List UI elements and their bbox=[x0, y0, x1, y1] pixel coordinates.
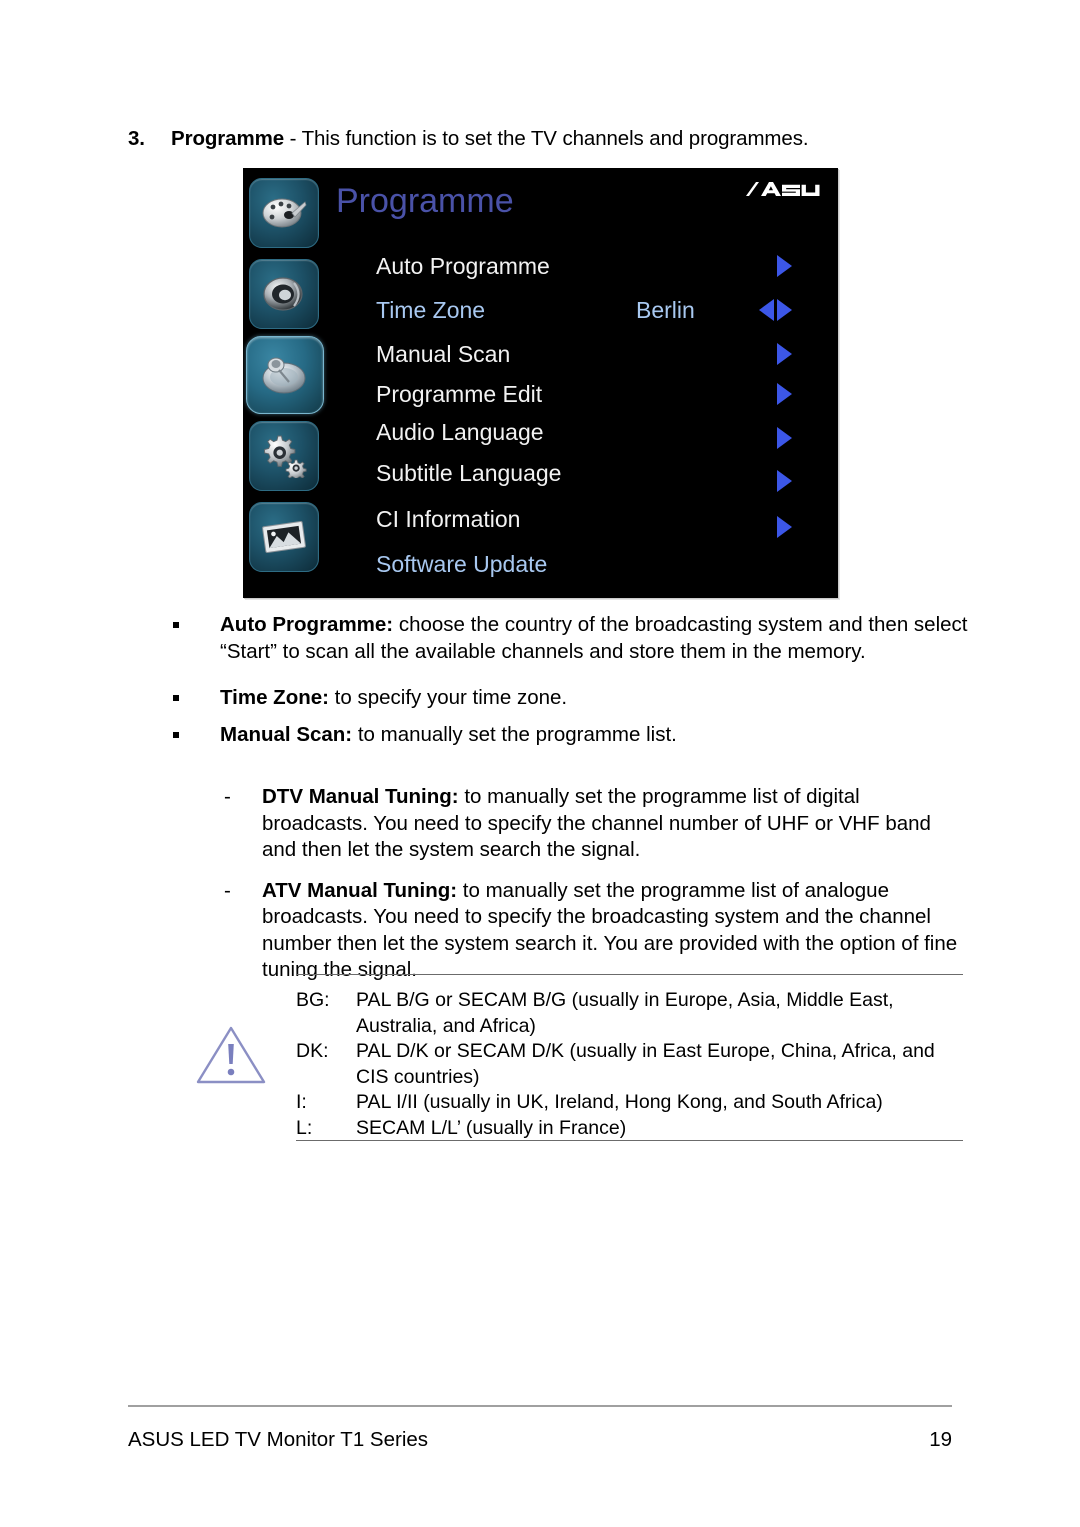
osd-row-auto-programme[interactable]: Auto Programme bbox=[336, 246, 828, 286]
sidebar-item-setup[interactable] bbox=[249, 421, 319, 491]
osd-row-subtitle-language[interactable]: Subtitle Language bbox=[336, 453, 828, 493]
osd-row-audio-language[interactable]: Audio Language bbox=[336, 412, 828, 452]
osd-row-label: Software Update bbox=[376, 550, 548, 577]
chevron-right-icon[interactable] bbox=[777, 383, 792, 405]
chevron-left-icon[interactable] bbox=[759, 299, 774, 321]
chevron-right-icon[interactable] bbox=[777, 299, 792, 321]
satellite-dish-icon bbox=[259, 352, 311, 398]
list-item: Manual Scan: to manually set the program… bbox=[170, 722, 970, 749]
square-bullet-icon bbox=[173, 622, 179, 628]
speaker-icon bbox=[260, 273, 308, 315]
chevron-right-icon[interactable] bbox=[777, 516, 792, 538]
sidebar-item-programme[interactable] bbox=[246, 336, 324, 414]
bullet-list: Auto Programme: choose the country of th… bbox=[170, 612, 970, 758]
osd-row-arrows[interactable] bbox=[777, 516, 792, 538]
note-key: DK: bbox=[296, 1040, 329, 1062]
bullet-text: to manually set the programme list. bbox=[352, 722, 677, 746]
osd-row-arrows[interactable] bbox=[777, 255, 792, 277]
osd-title: Programme bbox=[336, 182, 514, 220]
gears-icon bbox=[260, 434, 308, 478]
note-row: DK: PAL D/K or SECAM D/K (usually in Eas… bbox=[296, 1039, 963, 1090]
dash-bullet: - bbox=[224, 785, 231, 808]
step-number: 3. bbox=[128, 127, 145, 150]
note-divider-top bbox=[296, 974, 963, 975]
photo-icon bbox=[260, 517, 308, 557]
osd-row-arrows[interactable] bbox=[777, 427, 792, 449]
asus-logo bbox=[744, 180, 828, 202]
osd-screenshot: Programme Auto Programme Time Zone Berli… bbox=[243, 168, 838, 598]
osd-row-label: Programme Edit bbox=[376, 380, 543, 407]
step-text: Programme - This function is to set the … bbox=[171, 126, 988, 152]
chevron-right-icon[interactable] bbox=[777, 427, 792, 449]
osd-row-arrows[interactable] bbox=[759, 299, 792, 321]
note-value: PAL B/G or SECAM B/G (usually in Europe,… bbox=[356, 989, 894, 1037]
list-item: Auto Programme: choose the country of th… bbox=[170, 612, 970, 665]
note-row: L: SECAM L/L’ (usually in France) bbox=[296, 1116, 963, 1142]
note-key: I: bbox=[296, 1091, 307, 1113]
osd-row-label: Audio Language bbox=[376, 418, 544, 445]
osd-row-value: Berlin bbox=[636, 296, 695, 323]
osd-row-arrows[interactable] bbox=[777, 470, 792, 492]
list-item: Time Zone: to specify your time zone. bbox=[170, 685, 970, 712]
bullet-term: Time Zone: bbox=[220, 686, 329, 709]
osd-row-arrows[interactable] bbox=[777, 383, 792, 405]
sidebar-item-image[interactable] bbox=[249, 502, 319, 572]
osd-row-software-update[interactable]: Software Update bbox=[336, 544, 828, 584]
sub-list: - DTV Manual Tuning: to manually set the… bbox=[224, 784, 969, 998]
list-item: - ATV Manual Tuning: to manually set the… bbox=[224, 878, 969, 984]
note-value: PAL D/K or SECAM D/K (usually in East Eu… bbox=[356, 1040, 935, 1088]
osd-row-label: Subtitle Language bbox=[376, 459, 562, 486]
bullet-term: Manual Scan: bbox=[220, 722, 353, 746]
warning-triangle-icon bbox=[194, 1022, 268, 1088]
sidebar-item-picture[interactable] bbox=[249, 178, 319, 248]
square-bullet-icon bbox=[173, 695, 179, 701]
osd-row-manual-scan[interactable]: Manual Scan bbox=[336, 334, 828, 374]
chevron-right-icon[interactable] bbox=[777, 470, 792, 492]
sub-term: ATV Manual Tuning: bbox=[262, 878, 458, 902]
chevron-right-icon[interactable] bbox=[777, 255, 792, 277]
note-value: PAL I/II (usually in UK, Ireland, Hong K… bbox=[356, 1091, 883, 1113]
step-heading: 3. Programme - This function is to set t… bbox=[128, 126, 988, 152]
note-table: BG: PAL B/G or SECAM B/G (usually in Eur… bbox=[296, 988, 963, 1141]
dash-bullet: - bbox=[224, 878, 231, 902]
note-row: I: PAL I/II (usually in UK, Ireland, Hon… bbox=[296, 1090, 963, 1116]
sub-term: DTV Manual Tuning: bbox=[262, 785, 459, 808]
osd-sidebar bbox=[243, 168, 336, 598]
osd-row-programme-edit[interactable]: Programme Edit bbox=[336, 374, 828, 414]
step-description: - This function is to set the TV channel… bbox=[284, 127, 809, 150]
bullet-text: to specify your time zone. bbox=[328, 686, 568, 709]
sidebar-item-sound[interactable] bbox=[249, 259, 319, 329]
document-page: 3. Programme - This function is to set t… bbox=[0, 0, 1080, 1527]
osd-row-label: Auto Programme bbox=[376, 252, 550, 279]
square-bullet-icon bbox=[173, 731, 179, 738]
chevron-right-icon[interactable] bbox=[777, 343, 792, 365]
list-item: - DTV Manual Tuning: to manually set the… bbox=[224, 784, 969, 864]
osd-row-label: Time Zone bbox=[376, 296, 486, 323]
palette-icon bbox=[261, 193, 307, 233]
osd-row-ci-information[interactable]: CI Information bbox=[336, 499, 828, 539]
footer-divider bbox=[128, 1405, 952, 1407]
note-key: L: bbox=[296, 1116, 313, 1139]
osd-row-label: Manual Scan bbox=[376, 340, 511, 367]
osd-menu-list: Auto Programme Time Zone Berlin Manual S… bbox=[336, 246, 838, 598]
note-row: BG: PAL B/G or SECAM B/G (usually in Eur… bbox=[296, 988, 963, 1039]
note-value: SECAM L/L’ (usually in France) bbox=[356, 1116, 627, 1139]
osd-row-label: CI Information bbox=[376, 505, 521, 532]
page-number: 19 bbox=[929, 1428, 952, 1451]
osd-row-arrows[interactable] bbox=[777, 343, 792, 365]
bullet-term: Auto Programme: bbox=[220, 613, 394, 636]
footer-title: ASUS LED TV Monitor T1 Series bbox=[128, 1428, 429, 1451]
osd-row-time-zone[interactable]: Time Zone Berlin bbox=[336, 290, 828, 330]
step-title: Programme bbox=[171, 127, 285, 150]
note-key: BG: bbox=[296, 989, 330, 1011]
